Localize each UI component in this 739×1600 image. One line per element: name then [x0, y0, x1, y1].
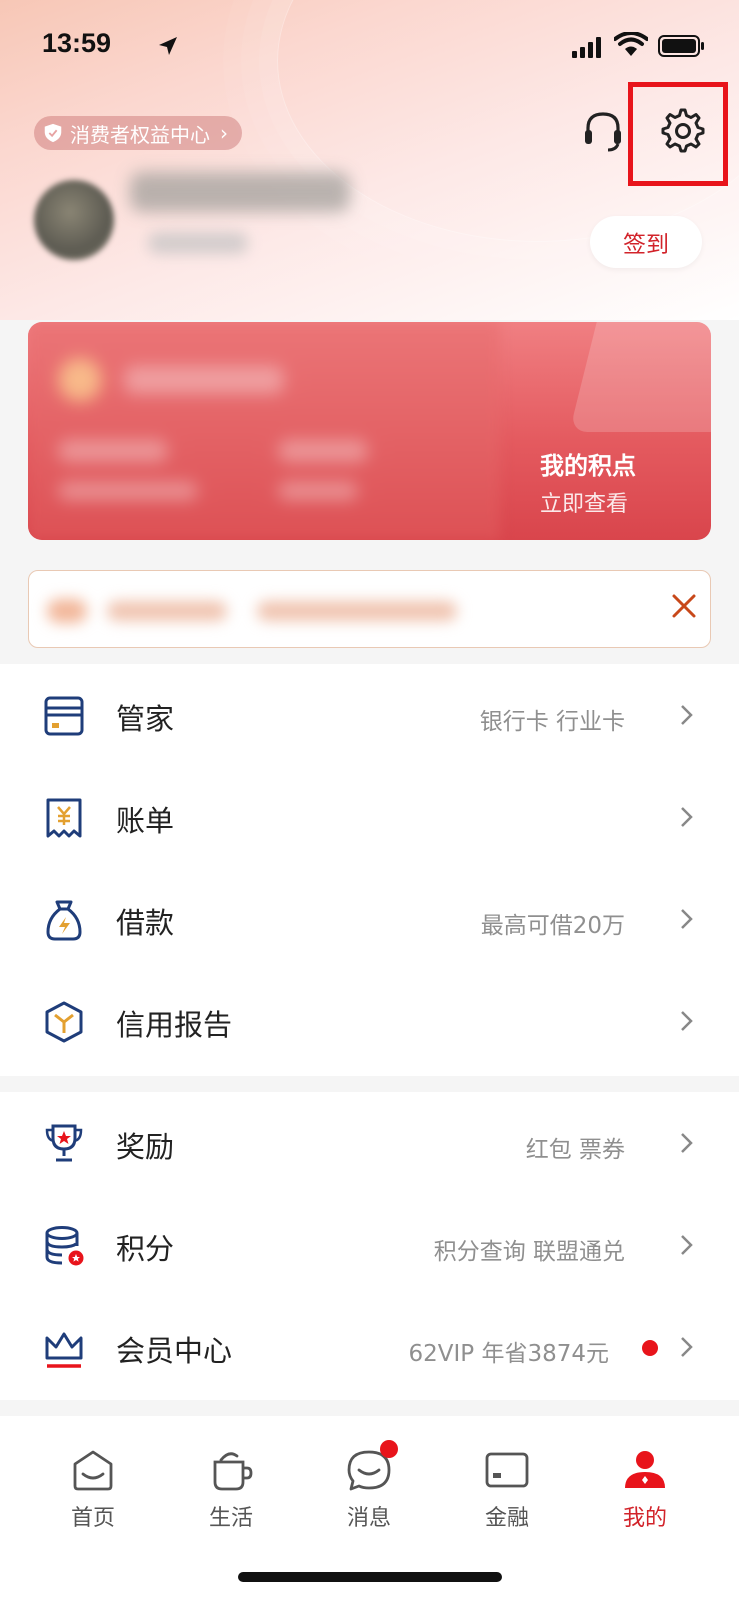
menu-item-manager[interactable]: 管家 银行卡 行业卡	[0, 664, 739, 766]
menu-label: 积分	[116, 1232, 175, 1266]
settings-highlight-box	[628, 82, 728, 186]
checkin-button[interactable]: 签到	[590, 216, 702, 268]
card-blurred-content	[28, 322, 500, 540]
cup-icon	[213, 1452, 253, 1491]
menu-item-bill[interactable]: 账单	[0, 766, 739, 868]
customer-service-headset-icon[interactable]	[580, 108, 626, 154]
chevron-right-icon: ›	[220, 121, 228, 145]
close-icon[interactable]	[670, 592, 698, 620]
tab-finance[interactable]: 金融	[452, 1446, 562, 1546]
notice-banner[interactable]	[28, 570, 711, 648]
menu-group-benefits: 奖励 红包 票券 积分 积分查询 联盟通兑 会员中心 62VIP 年省3874元	[0, 1092, 739, 1400]
battery-icon	[658, 35, 704, 57]
tab-messages[interactable]: 消息	[314, 1440, 424, 1546]
menu-label: 信用报告	[116, 1008, 233, 1042]
status-time: 13:59	[42, 28, 112, 58]
location-arrow-icon	[159, 37, 177, 55]
avatar[interactable]	[34, 180, 114, 260]
notice-blurred-content	[37, 579, 497, 639]
chevron-right-icon	[681, 1235, 693, 1255]
tab-label: 首页	[70, 1506, 115, 1531]
chevron-right-icon	[681, 1337, 693, 1357]
cellular-signal-icon	[572, 37, 601, 58]
finance-card-icon	[485, 1452, 529, 1488]
menu-sub: 红包 票券	[525, 1137, 625, 1163]
tab-label: 生活	[208, 1506, 253, 1531]
menu-sub: 最高可借20万	[480, 913, 625, 939]
consumer-badge-label: 消费者权益中心	[70, 122, 210, 147]
notification-dot	[642, 1340, 658, 1356]
wifi-icon	[614, 32, 648, 56]
menu-label: 账单	[116, 804, 175, 838]
menu-sub: 62VIP 年省3874元	[408, 1341, 610, 1367]
menu-label: 会员中心	[116, 1334, 233, 1368]
menu-item-points[interactable]: 积分 积分查询 联盟通兑	[0, 1194, 739, 1296]
tab-life[interactable]: 生活	[176, 1446, 286, 1546]
chevron-right-icon	[681, 909, 693, 929]
menu-label: 借款	[116, 906, 175, 940]
status-bar: 13:59	[0, 0, 739, 95]
menu-sub: 积分查询 联盟通兑	[433, 1239, 625, 1265]
user-level-blurred	[148, 232, 248, 254]
menu-item-member-center[interactable]: 会员中心 62VIP 年省3874元	[0, 1296, 739, 1398]
home-icon	[73, 1450, 113, 1491]
user-name-blurred	[130, 172, 350, 212]
tab-home[interactable]: 首页	[38, 1446, 148, 1546]
credit-report-icon	[45, 1001, 83, 1043]
shield-icon	[44, 123, 62, 143]
chevron-right-icon	[681, 807, 693, 827]
points-card[interactable]: 我的积点 立即查看	[28, 322, 711, 540]
menu-item-rewards[interactable]: 奖励 红包 票券	[0, 1092, 739, 1194]
view-now-link[interactable]: 立即查看	[540, 486, 628, 518]
menu-item-loan[interactable]: 借款 最高可借20万	[0, 868, 739, 970]
chevron-right-icon	[681, 1011, 693, 1031]
menu-sub: 银行卡 行业卡	[479, 709, 625, 735]
tab-label: 我的	[622, 1506, 667, 1531]
menu-item-credit-report[interactable]: 信用报告	[0, 970, 739, 1072]
profile-icon	[625, 1451, 665, 1488]
my-points-title: 我的积点	[540, 452, 636, 480]
points-coins-icon	[45, 1226, 84, 1266]
bill-icon	[46, 798, 82, 838]
trophy-icon	[45, 1124, 83, 1162]
tab-label: 消息	[346, 1506, 391, 1531]
home-indicator	[238, 1572, 502, 1582]
chevron-right-icon	[681, 1133, 693, 1153]
chevron-right-icon	[681, 705, 693, 725]
loan-bag-icon	[46, 900, 82, 941]
card-decoration	[569, 322, 711, 432]
menu-label: 奖励	[116, 1130, 175, 1164]
menu-label: 管家	[116, 702, 175, 736]
menu-group-services: 管家 银行卡 行业卡 账单 借款 最高可借20万 信用报告	[0, 664, 739, 1076]
card-icon	[44, 696, 84, 736]
consumer-rights-center-link[interactable]: 消费者权益中心 ›	[34, 116, 242, 150]
message-badge-dot	[380, 1440, 398, 1458]
crown-icon	[45, 1332, 83, 1368]
tab-mine[interactable]: 我的	[590, 1446, 700, 1546]
tab-label: 金融	[484, 1506, 529, 1531]
